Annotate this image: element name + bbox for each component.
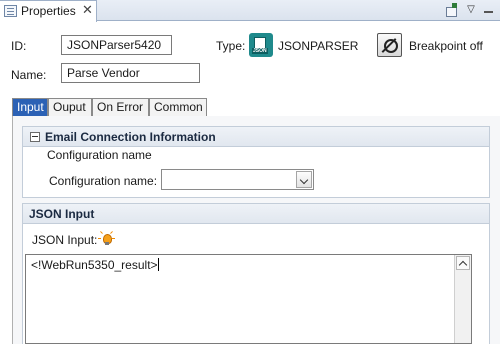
type-label: Type:	[216, 39, 246, 53]
id-field[interactable]: JSONParser5420	[61, 35, 172, 55]
json-input-scrollbar[interactable]	[454, 255, 471, 343]
configuration-name-select[interactable]	[161, 169, 314, 190]
view-tab-title: Properties	[21, 4, 76, 18]
json-input-label: JSON Input:	[32, 233, 98, 247]
json-input-value: <!WebRun5350_result>	[31, 258, 158, 272]
chevron-down-icon[interactable]	[296, 171, 312, 188]
breakpoint-toggle-button[interactable]	[377, 33, 402, 57]
tab-output[interactable]: Ouput	[48, 98, 92, 116]
json-parser-type-icon	[249, 33, 273, 57]
tab-on-error[interactable]: On Error	[92, 98, 149, 116]
properties-view-tab[interactable]: Properties ✕	[0, 0, 97, 22]
json-input-textarea[interactable]: <!WebRun5350_result>	[25, 254, 472, 344]
close-icon[interactable]: ✕	[82, 2, 93, 18]
view-menu-icon[interactable]: ▽	[464, 3, 478, 17]
view-tab-bar: Properties ✕ ▽	[0, 0, 500, 22]
collapse-icon[interactable]	[30, 132, 40, 142]
email-section-title: Email Connection Information	[45, 130, 216, 144]
type-value: JSONPARSER	[278, 39, 359, 53]
configuration-subheading: Configuration name	[47, 148, 152, 162]
scroll-up-icon[interactable]	[456, 256, 470, 270]
json-section-header: JSON Input	[23, 204, 489, 224]
id-label: ID:	[11, 39, 27, 53]
tab-common[interactable]: Common	[149, 98, 207, 116]
name-field[interactable]: Parse Vendor	[61, 63, 200, 83]
pin-icon[interactable]	[444, 3, 458, 17]
tab-input[interactable]: Input	[12, 98, 48, 117]
json-section-title: JSON Input	[29, 207, 95, 221]
minimize-icon[interactable]	[482, 3, 496, 17]
name-label: Name:	[11, 68, 47, 82]
view-toolbar: ▽	[440, 0, 500, 21]
breakpoint-label: Breakpoint off	[409, 39, 483, 53]
configuration-name-label: Configuration name:	[49, 174, 158, 188]
lightbulb-icon[interactable]	[98, 231, 115, 247]
properties-icon	[4, 5, 17, 17]
email-section-header[interactable]: Email Connection Information	[23, 127, 489, 147]
text-caret	[157, 258, 159, 271]
